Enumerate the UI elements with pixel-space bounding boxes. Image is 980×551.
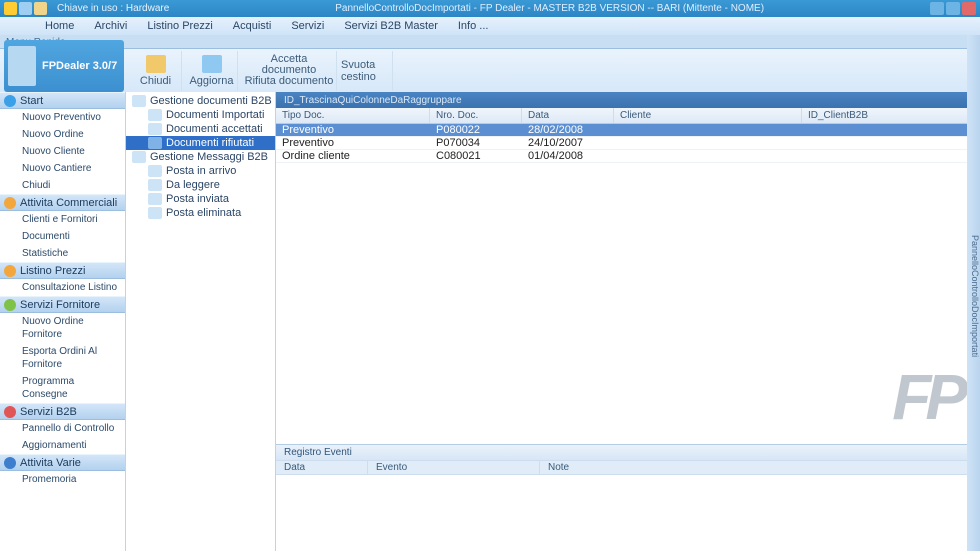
folder-icon	[148, 109, 162, 121]
nav-servf-header[interactable]: Servizi Fornitore	[0, 296, 125, 313]
nav-item[interactable]: Nuovo Ordine	[0, 126, 125, 143]
maximize-button[interactable]	[946, 2, 960, 15]
watermark-logo: FP	[892, 360, 962, 434]
events-title: Registro Eventi	[276, 445, 980, 461]
ribbon-aggiorna[interactable]: Aggiorna	[186, 51, 238, 91]
left-nav: Start Nuovo PreventivoNuovo OrdineNuovo …	[0, 92, 126, 551]
menu-listino[interactable]: Listino Prezzi	[147, 20, 212, 32]
tree-node[interactable]: Gestione Messaggi B2B	[126, 150, 275, 164]
table-row[interactable]: Ordine clienteC08002101/04/2008	[276, 150, 980, 163]
ribbon: Chiudi Aggiorna Accetta documento Rifiut…	[0, 49, 980, 92]
grid-body[interactable]: PreventivoP08002228/02/2008PreventivoP07…	[276, 124, 980, 444]
menu-acquisti[interactable]: Acquisti	[233, 20, 272, 32]
folder-icon	[132, 151, 146, 163]
col-idclient[interactable]: ID_ClientB2B	[802, 108, 980, 123]
menu-b2b[interactable]: Servizi B2B Master	[344, 20, 438, 32]
nav-item[interactable]: Nuovo Cliente	[0, 143, 125, 160]
start-icon	[4, 95, 16, 107]
tree-panel: Gestione documenti B2BDocumenti Importat…	[126, 92, 276, 551]
folder-icon	[148, 165, 162, 177]
folder-icon	[148, 207, 162, 219]
license-text: Chiave in uso : Hardware	[57, 3, 169, 14]
events-header: Data Evento Note	[276, 461, 980, 475]
nav-listino-header[interactable]: Listino Prezzi	[0, 262, 125, 279]
events-panel: Registro Eventi Data Evento Note	[276, 444, 980, 551]
nav-item[interactable]: Programma Consegne	[0, 373, 125, 403]
titlebar-left: Chiave in uso : Hardware	[4, 2, 169, 15]
menubar: Home Archivi Listino Prezzi Acquisti Ser…	[0, 17, 980, 35]
ribbon-chiudi[interactable]: Chiudi	[130, 51, 182, 91]
col-data[interactable]: Data	[522, 108, 614, 123]
ev-col-note[interactable]: Note	[540, 461, 980, 474]
nav-item[interactable]: Documenti	[0, 228, 125, 245]
folder-icon	[148, 193, 162, 205]
tree-node[interactable]: Da leggere	[126, 178, 275, 192]
nav-item[interactable]: Nuovo Cantiere	[0, 160, 125, 177]
tree-node[interactable]: Gestione documenti B2B	[126, 94, 275, 108]
tree-node[interactable]: Documenti rifiutati	[126, 136, 275, 150]
events-body[interactable]	[276, 475, 980, 551]
refresh-icon	[202, 55, 222, 73]
grid-header: Tipo Doc. Nro. Doc. Data Cliente ID_Clie…	[276, 108, 980, 124]
nav-item[interactable]: Consultazione Listino	[0, 279, 125, 296]
nav-item[interactable]: Esporta Ordini Al Fornitore	[0, 343, 125, 373]
content-area: ID_TrascinaQuiColonneDaRaggruppare Tipo …	[276, 92, 980, 551]
nav-item[interactable]: Aggiornamenti	[0, 437, 125, 454]
menu-home[interactable]: Home	[45, 20, 74, 32]
nav-start-header[interactable]: Start	[0, 92, 125, 109]
tree-node[interactable]: Posta inviata	[126, 192, 275, 206]
minimize-button[interactable]	[930, 2, 944, 15]
ribbon-tab[interactable]: Menu Rapido	[0, 35, 980, 49]
group-by-bar[interactable]: ID_TrascinaQuiColonneDaRaggruppare	[276, 92, 980, 108]
app-icon	[4, 2, 17, 15]
nav-item[interactable]: Pannello di Controllo	[0, 420, 125, 437]
ev-col-data[interactable]: Data	[276, 461, 368, 474]
right-docked-tab[interactable]: PannelloControlloDocImportati	[967, 35, 980, 551]
folder-icon	[148, 123, 162, 135]
folder-icon	[148, 179, 162, 191]
qat-icon-2[interactable]	[34, 2, 47, 15]
misc-icon	[4, 457, 16, 469]
window-controls	[930, 2, 976, 15]
nav-att-header[interactable]: Attivita Commerciali	[0, 194, 125, 211]
close-folder-icon	[146, 55, 166, 73]
folder-icon	[148, 137, 162, 149]
col-tipo[interactable]: Tipo Doc.	[276, 108, 430, 123]
nav-item[interactable]: Promemoria	[0, 471, 125, 488]
col-cliente[interactable]: Cliente	[614, 108, 802, 123]
menu-archivi[interactable]: Archivi	[94, 20, 127, 32]
tree-node[interactable]: Posta eliminata	[126, 206, 275, 220]
col-nro[interactable]: Nro. Doc.	[430, 108, 522, 123]
supplier-icon	[4, 299, 16, 311]
table-row[interactable]: PreventivoP08002228/02/2008	[276, 124, 980, 137]
titlebar: Chiave in uso : Hardware PannelloControl…	[0, 0, 980, 17]
ribbon-svuota[interactable]: Svuota cestino	[341, 51, 393, 91]
tree-node[interactable]: Documenti accettati	[126, 122, 275, 136]
brand-text: FPDealer 3.0/7	[42, 60, 117, 72]
nav-item[interactable]: Statistiche	[0, 245, 125, 262]
tree-node[interactable]: Posta in arrivo	[126, 164, 275, 178]
qat-icon[interactable]	[19, 2, 32, 15]
nav-item[interactable]: Nuovo Ordine Fornitore	[0, 313, 125, 343]
nav-item[interactable]: Nuovo Preventivo	[0, 109, 125, 126]
close-button[interactable]	[962, 2, 976, 15]
brand-logo-icon	[8, 46, 36, 86]
ribbon-docs[interactable]: Accetta documento Rifiuta documento	[242, 51, 337, 91]
tree-node[interactable]: Documenti Importati	[126, 108, 275, 122]
folder-icon	[132, 95, 146, 107]
table-row[interactable]: PreventivoP07003424/10/2007	[276, 137, 980, 150]
nav-b2b-header[interactable]: Servizi B2B	[0, 403, 125, 420]
brand-badge: FPDealer 3.0/7	[4, 40, 124, 92]
menu-servizi[interactable]: Servizi	[291, 20, 324, 32]
b2b-icon	[4, 406, 16, 418]
pricelist-icon	[4, 265, 16, 277]
nav-varie-header[interactable]: Attivita Varie	[0, 454, 125, 471]
nav-item[interactable]: Chiudi	[0, 177, 125, 194]
nav-item[interactable]: Clienti e Fornitori	[0, 211, 125, 228]
ev-col-evento[interactable]: Evento	[368, 461, 540, 474]
menu-info[interactable]: Info ...	[458, 20, 489, 32]
window-title: PannelloControlloDocImportati - FP Deale…	[169, 3, 930, 14]
activity-icon	[4, 197, 16, 209]
